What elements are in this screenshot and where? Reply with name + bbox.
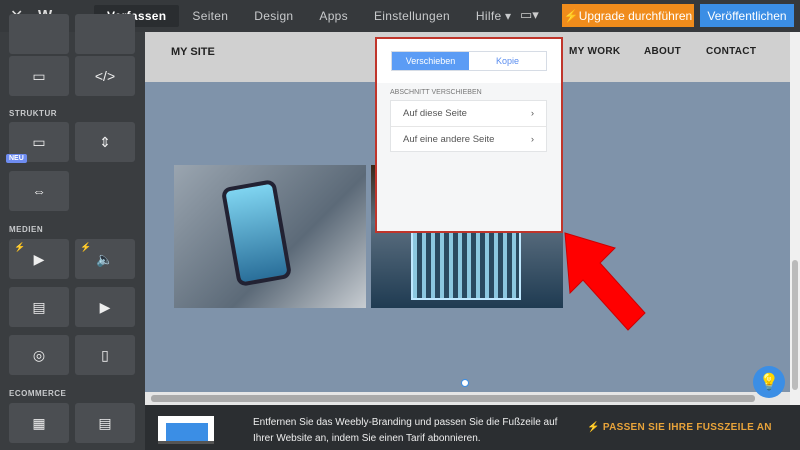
option-other-page[interactable]: Auf eine andere Seite › — [391, 126, 546, 151]
customize-footer-link[interactable]: ⚡ PASSEN SIE IHRE FUSSZEILE AN — [587, 422, 772, 433]
embed-code-element[interactable]: </> — [75, 56, 135, 96]
grid-icon: ▦ — [32, 414, 46, 431]
divider-element[interactable]: ⇕ — [75, 122, 135, 162]
audio-icon: 🔈 — [96, 250, 114, 267]
menu-my-work[interactable]: MY WORK — [569, 46, 620, 57]
tab-hilfe[interactable]: Hilfe ▾ — [463, 5, 524, 27]
popup-tabs: Verschieben Kopie — [391, 51, 547, 71]
chevron-right-icon: › — [530, 133, 534, 145]
product-list-element[interactable]: ▤ — [75, 403, 135, 443]
youtube-icon: ▶ — [99, 298, 111, 315]
bolt-icon: ⚡ — [80, 242, 92, 252]
youtube-element[interactable]: ▶ — [75, 287, 135, 327]
chevron-right-icon: › — [530, 108, 534, 119]
sidebar: ▭ </> STRUKTUR ▭ NEU ⇕ ⇔ MEDIEN ⚡ ▶ ⚡ 🔈 ▤ … — [0, 14, 145, 450]
device-preview-icon[interactable]: ▭▾ — [520, 7, 539, 23]
option-this-page[interactable]: Auf diese Seite › — [391, 101, 546, 126]
rectangle-icon: ▭ — [32, 133, 46, 150]
spacer-element[interactable]: ⇔ — [9, 171, 69, 211]
cta-label: PASSEN SIE IHRE FUSSZEILE AN — [602, 422, 772, 433]
file-icon: ▯ — [101, 346, 109, 363]
new-badge: NEU — [6, 154, 27, 163]
vertical-scrollbar[interactable] — [790, 32, 800, 405]
option-label: Auf diese Seite — [403, 108, 467, 119]
tab-apps[interactable]: Apps — [306, 5, 361, 27]
element-tile[interactable] — [75, 14, 135, 54]
product-grid-element[interactable]: ▦ — [9, 403, 69, 443]
move-options: Auf diese Seite › Auf eine andere Seite › — [390, 100, 547, 152]
upgrade-button[interactable]: ⚡ Upgrade durchführen — [562, 4, 694, 27]
tab-design[interactable]: Design — [241, 5, 306, 27]
bolt-icon: ⚡ — [563, 8, 579, 23]
bolt-icon: ⚡ — [587, 422, 603, 433]
tab-kopie[interactable]: Kopie — [469, 52, 546, 70]
file-element[interactable]: ▯ — [75, 335, 135, 375]
list-icon: ▤ — [98, 414, 112, 431]
spacer-icon: ⇔ — [32, 183, 46, 199]
section-medien: MEDIEN — [9, 225, 44, 234]
section-ecommerce: ECOMMERCE — [9, 389, 67, 398]
main-nav: Verfassen Seiten Design Apps Einstellung… — [94, 5, 524, 27]
section-struktur: STRUKTUR — [9, 109, 57, 118]
footer-upgrade-banner: Entfernen Sie das Weebly-Branding und pa… — [145, 405, 800, 450]
element-tile[interactable] — [9, 14, 69, 54]
horizontal-scrollbar[interactable] — [145, 392, 790, 405]
bolt-icon: ⚡ — [14, 242, 26, 252]
move-section-popup: Verschieben Kopie ABSCHNITT VERSCHIEBEN … — [375, 37, 563, 233]
tab-verschieben[interactable]: Verschieben — [392, 52, 469, 70]
publish-button[interactable]: Veröffentlichen — [700, 4, 794, 27]
flash-element[interactable]: ◎ — [9, 335, 69, 375]
footer-preview-image — [158, 416, 214, 444]
code-icon: </> — [94, 68, 116, 84]
tab-seiten[interactable]: Seiten — [179, 5, 241, 27]
popup-label: ABSCHNITT VERSCHIEBEN — [390, 89, 482, 96]
document-element[interactable]: ▤ — [9, 287, 69, 327]
button-element[interactable]: ▭ — [9, 56, 69, 96]
option-label: Auf eine andere Seite — [403, 133, 495, 145]
audio-element[interactable]: ⚡ 🔈 — [75, 239, 135, 279]
video-element[interactable]: ⚡ ▶ — [9, 239, 69, 279]
lightbulb-help-button[interactable]: 💡 — [753, 366, 785, 398]
document-icon: ▤ — [32, 298, 46, 315]
lightbulb-icon: 💡 — [759, 374, 779, 391]
video-icon: ▶ — [33, 250, 45, 267]
site-title[interactable]: MY SITE — [171, 46, 215, 58]
menu-contact[interactable]: CONTACT — [706, 46, 756, 57]
image-smartphone[interactable] — [174, 165, 366, 308]
tab-einstellungen[interactable]: Einstellungen — [361, 5, 463, 27]
section-handle[interactable] — [461, 379, 469, 387]
red-arrow-annotation — [564, 232, 646, 331]
footer-message: Entfernen Sie das Weebly-Branding und pa… — [253, 417, 558, 444]
divider-icon: ⇕ — [99, 133, 111, 150]
compass-icon: ◎ — [32, 346, 46, 363]
phone-graphic — [220, 178, 293, 288]
button-icon: ▭ — [32, 67, 46, 84]
menu-about[interactable]: ABOUT — [644, 46, 681, 57]
upgrade-label: Upgrade durchführen — [578, 8, 693, 23]
